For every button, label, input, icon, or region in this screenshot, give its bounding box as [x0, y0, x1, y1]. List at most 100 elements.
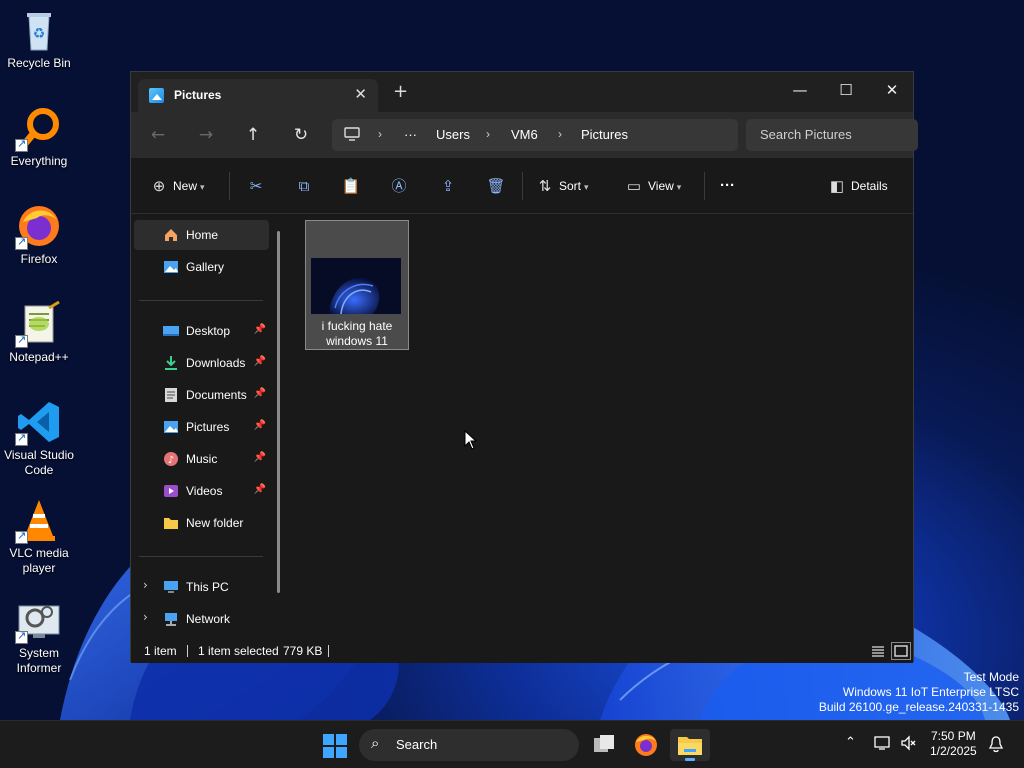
- paste-button[interactable]: 📋: [337, 172, 365, 200]
- show-hidden-icons-button[interactable]: ⌃: [845, 735, 856, 750]
- chevron-right-icon[interactable]: ›: [378, 127, 382, 141]
- desktop-icon-label: VLC media player: [9, 546, 69, 575]
- minimize-button[interactable]: —: [777, 76, 823, 104]
- tab-pictures[interactable]: Pictures ✕: [138, 79, 378, 112]
- sidebar-item-label: New folder: [186, 516, 244, 530]
- breadcrumb-users[interactable]: Users: [436, 127, 470, 142]
- desktop-icon-notepadpp[interactable]: Notepad++: [2, 300, 76, 365]
- rename-button[interactable]: Ⓐ: [385, 172, 413, 200]
- sidebar-item-videos[interactable]: Videos 📌: [134, 476, 269, 506]
- chevron-right-icon[interactable]: ›: [486, 127, 490, 141]
- details-button-label: Details: [851, 179, 888, 193]
- tab-label: Pictures: [174, 88, 222, 102]
- taskbar-search[interactable]: ⌕ Search: [359, 729, 579, 761]
- search-box[interactable]: Search Pictures: [746, 119, 918, 151]
- large-icons-view-button[interactable]: [891, 642, 911, 660]
- desktop-icon-vscode[interactable]: Visual Studio Code: [2, 398, 76, 478]
- search-input[interactable]: Search Pictures: [760, 127, 852, 142]
- start-button[interactable]: [315, 729, 355, 761]
- desktop-icon-label: Visual Studio Code: [4, 448, 74, 477]
- file-name-line: windows 11: [326, 334, 388, 348]
- notifications-bell-icon[interactable]: [988, 735, 1004, 757]
- breadcrumb-pictures[interactable]: Pictures: [581, 127, 628, 142]
- cut-button[interactable]: ✂: [242, 172, 270, 200]
- chevron-right-icon[interactable]: ›: [143, 610, 148, 624]
- monitor-icon[interactable]: [344, 127, 360, 144]
- maximize-button[interactable]: ☐: [823, 76, 869, 104]
- pictures-folder-icon: [149, 88, 164, 103]
- network-status-icon[interactable]: [874, 735, 892, 755]
- sidebar-item-label: Gallery: [186, 260, 225, 274]
- volume-muted-icon[interactable]: [900, 735, 918, 755]
- details-view-button[interactable]: [868, 642, 888, 660]
- toolbar-divider: [229, 172, 230, 200]
- delete-button[interactable]: 🗑: [482, 172, 510, 200]
- system-clock[interactable]: 7:50 PM 1/2/2025: [930, 729, 977, 759]
- test-mode-watermark: Test Mode Windows 11 IoT Enterprise LTSC…: [819, 670, 1019, 715]
- chevron-right-icon[interactable]: ›: [143, 578, 148, 592]
- watermark-line: Build 26100.ge_release.240331-1435: [818, 700, 1019, 714]
- copy-button[interactable]: ⧉: [290, 172, 318, 200]
- pin-icon: 📌: [253, 420, 266, 431]
- file-list[interactable]: i fucking hate windows 11: [289, 214, 913, 639]
- item-count: 1 item: [144, 644, 177, 658]
- shortcut-arrow-icon: [15, 529, 28, 544]
- share-button[interactable]: ⇪: [434, 172, 462, 200]
- notepadpp-icon: [15, 300, 63, 348]
- sidebar-item-documents[interactable]: Documents 📌: [134, 380, 269, 410]
- close-window-button[interactable]: ✕: [869, 76, 915, 104]
- file-item[interactable]: i fucking hate windows 11: [305, 220, 409, 350]
- address-bar[interactable]: › ··· Users › VM6 › Pictures: [332, 119, 738, 151]
- windows-logo-icon: [323, 734, 347, 758]
- rename-icon: Ⓐ: [391, 177, 407, 195]
- computer-icon: [163, 579, 179, 595]
- taskbar: ⌕ Search ⌃ 7:50 PM 1/2/2025: [0, 720, 1024, 768]
- sidebar-item-home[interactable]: Home: [134, 220, 269, 250]
- pin-icon: 📌: [253, 452, 266, 463]
- sidebar-item-downloads[interactable]: Downloads 📌: [134, 348, 269, 378]
- clipboard-icon: 📋: [341, 177, 361, 195]
- title-bar[interactable]: Pictures ✕ + — ☐ ✕: [131, 72, 913, 112]
- sidebar-item-pictures[interactable]: Pictures 📌: [134, 412, 269, 442]
- breadcrumb-vm6[interactable]: VM6: [511, 127, 538, 142]
- up-button[interactable]: ↑: [239, 122, 267, 148]
- new-button[interactable]: ⊕ New ▾: [150, 172, 205, 200]
- task-view-icon: [594, 735, 614, 752]
- sidebar-item-music[interactable]: ♪ Music 📌: [134, 444, 269, 474]
- sidebar-item-new-folder[interactable]: New folder: [134, 508, 269, 538]
- sidebar-item-desktop[interactable]: Desktop 📌: [134, 316, 269, 346]
- refresh-button[interactable]: ↻: [287, 122, 315, 148]
- taskbar-firefox[interactable]: [626, 729, 666, 761]
- back-button[interactable]: ←: [144, 122, 172, 148]
- taskbar-search-label: Search: [396, 737, 438, 752]
- sidebar-item-label: Pictures: [186, 420, 230, 434]
- task-view-button[interactable]: [584, 729, 624, 761]
- chevron-right-icon[interactable]: ›: [558, 127, 562, 141]
- file-explorer-window: Pictures ✕ + — ☐ ✕ ← → ↑ ↻ › ··· Users ›…: [130, 71, 918, 663]
- more-options-button[interactable]: ···: [720, 172, 735, 200]
- clock-time: 7:50 PM: [931, 729, 976, 743]
- desktop-icon-vlc[interactable]: VLC media player: [2, 496, 76, 576]
- list-view-icon: [872, 646, 884, 657]
- breadcrumb-more[interactable]: ···: [404, 127, 417, 142]
- desktop-icon-system-informer[interactable]: System Informer: [2, 596, 76, 676]
- sort-button[interactable]: ⇅ Sort ▾: [536, 172, 589, 200]
- desktop-icon-recycle-bin[interactable]: ♻ Recycle Bin: [2, 6, 76, 71]
- new-tab-button[interactable]: +: [393, 83, 408, 101]
- taskbar-file-explorer[interactable]: [670, 729, 710, 761]
- forward-button[interactable]: →: [192, 122, 220, 148]
- video-icon: [163, 483, 179, 499]
- sidebar-item-gallery[interactable]: Gallery: [134, 252, 269, 282]
- view-button[interactable]: ▭ View ▾: [625, 172, 681, 200]
- sidebar-item-network[interactable]: › Network: [134, 604, 269, 634]
- pin-icon: 📌: [253, 324, 266, 335]
- new-button-label: New: [173, 179, 198, 193]
- close-tab-icon[interactable]: ✕: [354, 85, 367, 103]
- sort-icon: ⇅: [538, 177, 552, 195]
- desktop-icon-everything[interactable]: Everything: [2, 104, 76, 169]
- details-button[interactable]: ◧ Details: [828, 172, 888, 200]
- sidebar-item-this-pc[interactable]: › This PC: [134, 572, 269, 602]
- sidebar-item-label: Desktop: [186, 324, 231, 338]
- sidebar-scrollbar[interactable]: [277, 231, 280, 593]
- desktop-icon-firefox[interactable]: Firefox: [2, 202, 76, 267]
